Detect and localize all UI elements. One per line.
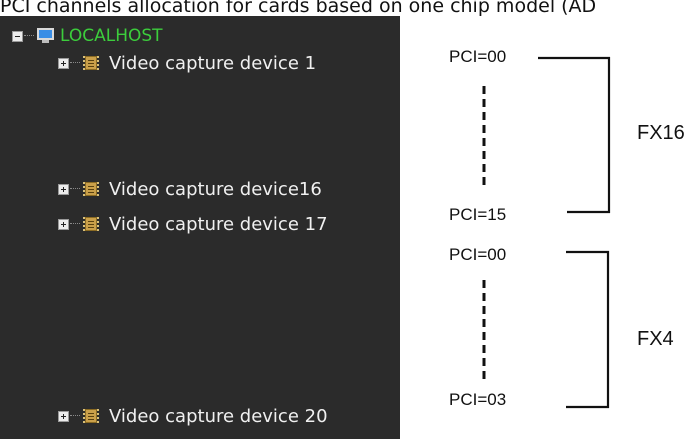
pci-end-label: PCI=15: [449, 205, 507, 224]
group-label: FX16: [637, 122, 685, 144]
fx16-bracket: [538, 56, 611, 214]
pci-end-label: PCI=03: [449, 390, 507, 409]
pci-start-label: PCI=00: [449, 245, 507, 264]
pci-start-label: PCI=00: [449, 47, 507, 66]
fx4-bracket: [566, 250, 610, 409]
diagram-canvas: PCI channels allocation for cards based …: [0, 0, 697, 439]
bracket-lines: [482, 56, 611, 409]
group-label: FX4: [637, 328, 674, 350]
